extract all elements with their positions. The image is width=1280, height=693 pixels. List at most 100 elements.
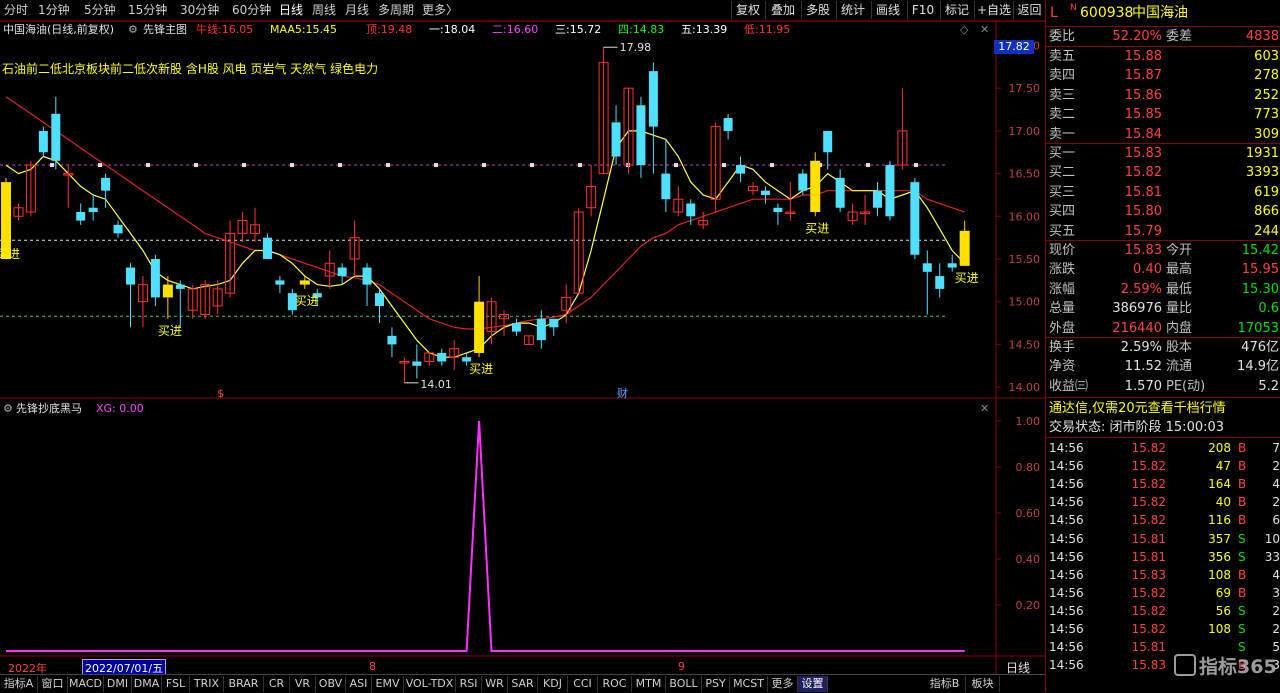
- price-tick-label: 16.00: [1009, 210, 1041, 223]
- tick-side: S: [1238, 622, 1246, 636]
- month-9-label: 9: [678, 660, 685, 673]
- tick-price: 15.83: [1131, 567, 1166, 582]
- down-candle: [648, 71, 658, 127]
- buy-signal-label: 买进: [469, 362, 493, 376]
- trade-status: 交易状态: 闭市阶段 15:00:03: [1049, 420, 1225, 435]
- tick-time: 14:56: [1049, 640, 1084, 655]
- tick-count: 2: [1272, 459, 1280, 474]
- kline-chart[interactable]: 买进买进买进买进买进买进17.9814.01$财 18.0017.5017.00…: [0, 0, 1045, 674]
- down-candle: [611, 122, 621, 157]
- l-flag: L: [1050, 5, 1058, 21]
- stat-value: 15.83: [1124, 243, 1162, 258]
- indicator-tab-10[interactable]: OBV: [316, 676, 346, 692]
- indicator-tab-3[interactable]: DMI: [104, 676, 132, 692]
- level-marker: [914, 163, 918, 168]
- fund-label: 换手: [1049, 340, 1076, 355]
- down-candle: [150, 259, 160, 298]
- buy-candle: [299, 280, 310, 285]
- buy-signal-label: 买进: [805, 221, 829, 235]
- down-candle: [462, 357, 472, 362]
- indicator-tab-18[interactable]: CCI: [568, 676, 598, 692]
- bid-row-1[interactable]: 买一 15.83 1931: [1046, 144, 1280, 163]
- indicator-tab-26[interactable]: 指标B: [924, 676, 966, 692]
- ask-row-1[interactable]: 卖五 15.88 603: [1046, 47, 1280, 66]
- bid-label: 买四: [1049, 204, 1076, 220]
- indicator-tab-1[interactable]: 窗口: [38, 676, 68, 692]
- down-candle: [362, 267, 372, 285]
- bid-row-4[interactable]: 买四 15.80 866: [1046, 202, 1280, 221]
- down-candle: [88, 207, 98, 213]
- down-candle: [375, 293, 384, 306]
- indicator-tab-12[interactable]: EMV: [372, 676, 404, 692]
- tick-time: 14:56: [1049, 658, 1084, 673]
- finance-marker: 财: [617, 386, 628, 400]
- indicator-tab-21[interactable]: BOLL: [666, 676, 702, 692]
- indicator-tab-15[interactable]: WR: [482, 676, 508, 692]
- indicator-tab-2[interactable]: MACD: [68, 676, 104, 692]
- tick-price: 15.83: [1131, 658, 1166, 673]
- ask-row-2[interactable]: 卖四 15.87 278: [1046, 66, 1280, 85]
- level-marker: [290, 163, 294, 168]
- indicator-tab-6[interactable]: TRIX: [190, 676, 224, 692]
- stock-code: 600938: [1080, 5, 1134, 21]
- sub-tick-label: 0.40: [1016, 553, 1041, 566]
- indicator-tab-17[interactable]: KDJ: [538, 676, 568, 692]
- tick-volume: 47: [1215, 459, 1231, 474]
- ask-row-4[interactable]: 卖二 15.85 773: [1046, 105, 1280, 124]
- ask-volume: 278: [1254, 68, 1279, 84]
- tick-count: 2: [1272, 603, 1280, 618]
- tick-count: 4: [1272, 477, 1280, 492]
- indicator-tab-0[interactable]: 指标A: [0, 676, 38, 692]
- tick-side: S: [1238, 549, 1246, 564]
- indicator-tab-4[interactable]: DMA: [132, 676, 162, 692]
- sub-tick-label: 0.80: [1016, 461, 1041, 474]
- ask-label: 卖一: [1049, 126, 1076, 142]
- indicator-tab-11[interactable]: ASI: [346, 676, 372, 692]
- down-candle: [113, 224, 123, 234]
- down-candle: [412, 361, 422, 366]
- bid-row-2[interactable]: 买二 15.82 3393: [1046, 163, 1280, 182]
- indicator-tab-13[interactable]: VOL-TDX: [404, 676, 456, 692]
- indicator-tab-8[interactable]: CR: [264, 676, 290, 692]
- down-candle: [536, 318, 546, 341]
- bid-label: 买五: [1049, 223, 1076, 239]
- tick-row: 14:56 15.81 356 S 33: [1046, 548, 1280, 566]
- ask-row-3[interactable]: 卖三 15.86 252: [1046, 86, 1280, 105]
- tick-count: 2: [1272, 495, 1280, 510]
- indicator-tab-9[interactable]: VR: [290, 676, 316, 692]
- low-price-label: 14.01: [420, 378, 452, 391]
- bid-row-5[interactable]: 买五 15.79 244: [1046, 222, 1280, 241]
- indicator-tab-14[interactable]: RSI: [456, 676, 482, 692]
- tick-volume: 116: [1208, 513, 1231, 528]
- tick-row: 14:56 15.82 69 B 3: [1046, 584, 1280, 602]
- ask-row-5[interactable]: 卖一 15.84 309: [1046, 125, 1280, 144]
- indicator-tab-23[interactable]: MCST: [730, 676, 768, 692]
- promo-link[interactable]: 通达信,仅需20元查看千档行情: [1046, 399, 1280, 418]
- indicator-tab-24[interactable]: 更多: [768, 676, 798, 692]
- tick-volume: 357: [1208, 531, 1231, 546]
- indicator-tab-16[interactable]: SAR: [508, 676, 538, 692]
- level-marker: [434, 163, 438, 168]
- indicator-tab-27[interactable]: 板块: [966, 676, 1000, 692]
- indicator-tab-22[interactable]: PSY: [702, 676, 730, 692]
- stat-label: 最低: [1166, 281, 1193, 297]
- level-marker: [674, 163, 678, 168]
- level-marker: [386, 163, 390, 168]
- stock-name: 中国海油: [1132, 5, 1188, 21]
- down-candle: [51, 113, 61, 161]
- tick-side: B: [1238, 513, 1247, 528]
- indicator-tab-7[interactable]: BRAR: [224, 676, 264, 692]
- down-candle: [823, 130, 833, 153]
- down-candle: [437, 352, 447, 362]
- indicator-tab-5[interactable]: FSL: [162, 676, 190, 692]
- indicator-tab-25[interactable]: 设置: [798, 676, 828, 692]
- tick-price: 15.82: [1131, 603, 1166, 618]
- down-candle: [76, 212, 86, 221]
- indicator-tab-20[interactable]: MTM: [632, 676, 666, 692]
- tick-price: 15.82: [1131, 495, 1166, 510]
- indicator-tab-19[interactable]: ROC: [598, 676, 632, 692]
- down-candle: [835, 177, 845, 208]
- tick-time: 14:56: [1049, 567, 1084, 582]
- bid-row-3[interactable]: 买三 15.81 619: [1046, 183, 1280, 202]
- tick-side: B: [1238, 567, 1247, 582]
